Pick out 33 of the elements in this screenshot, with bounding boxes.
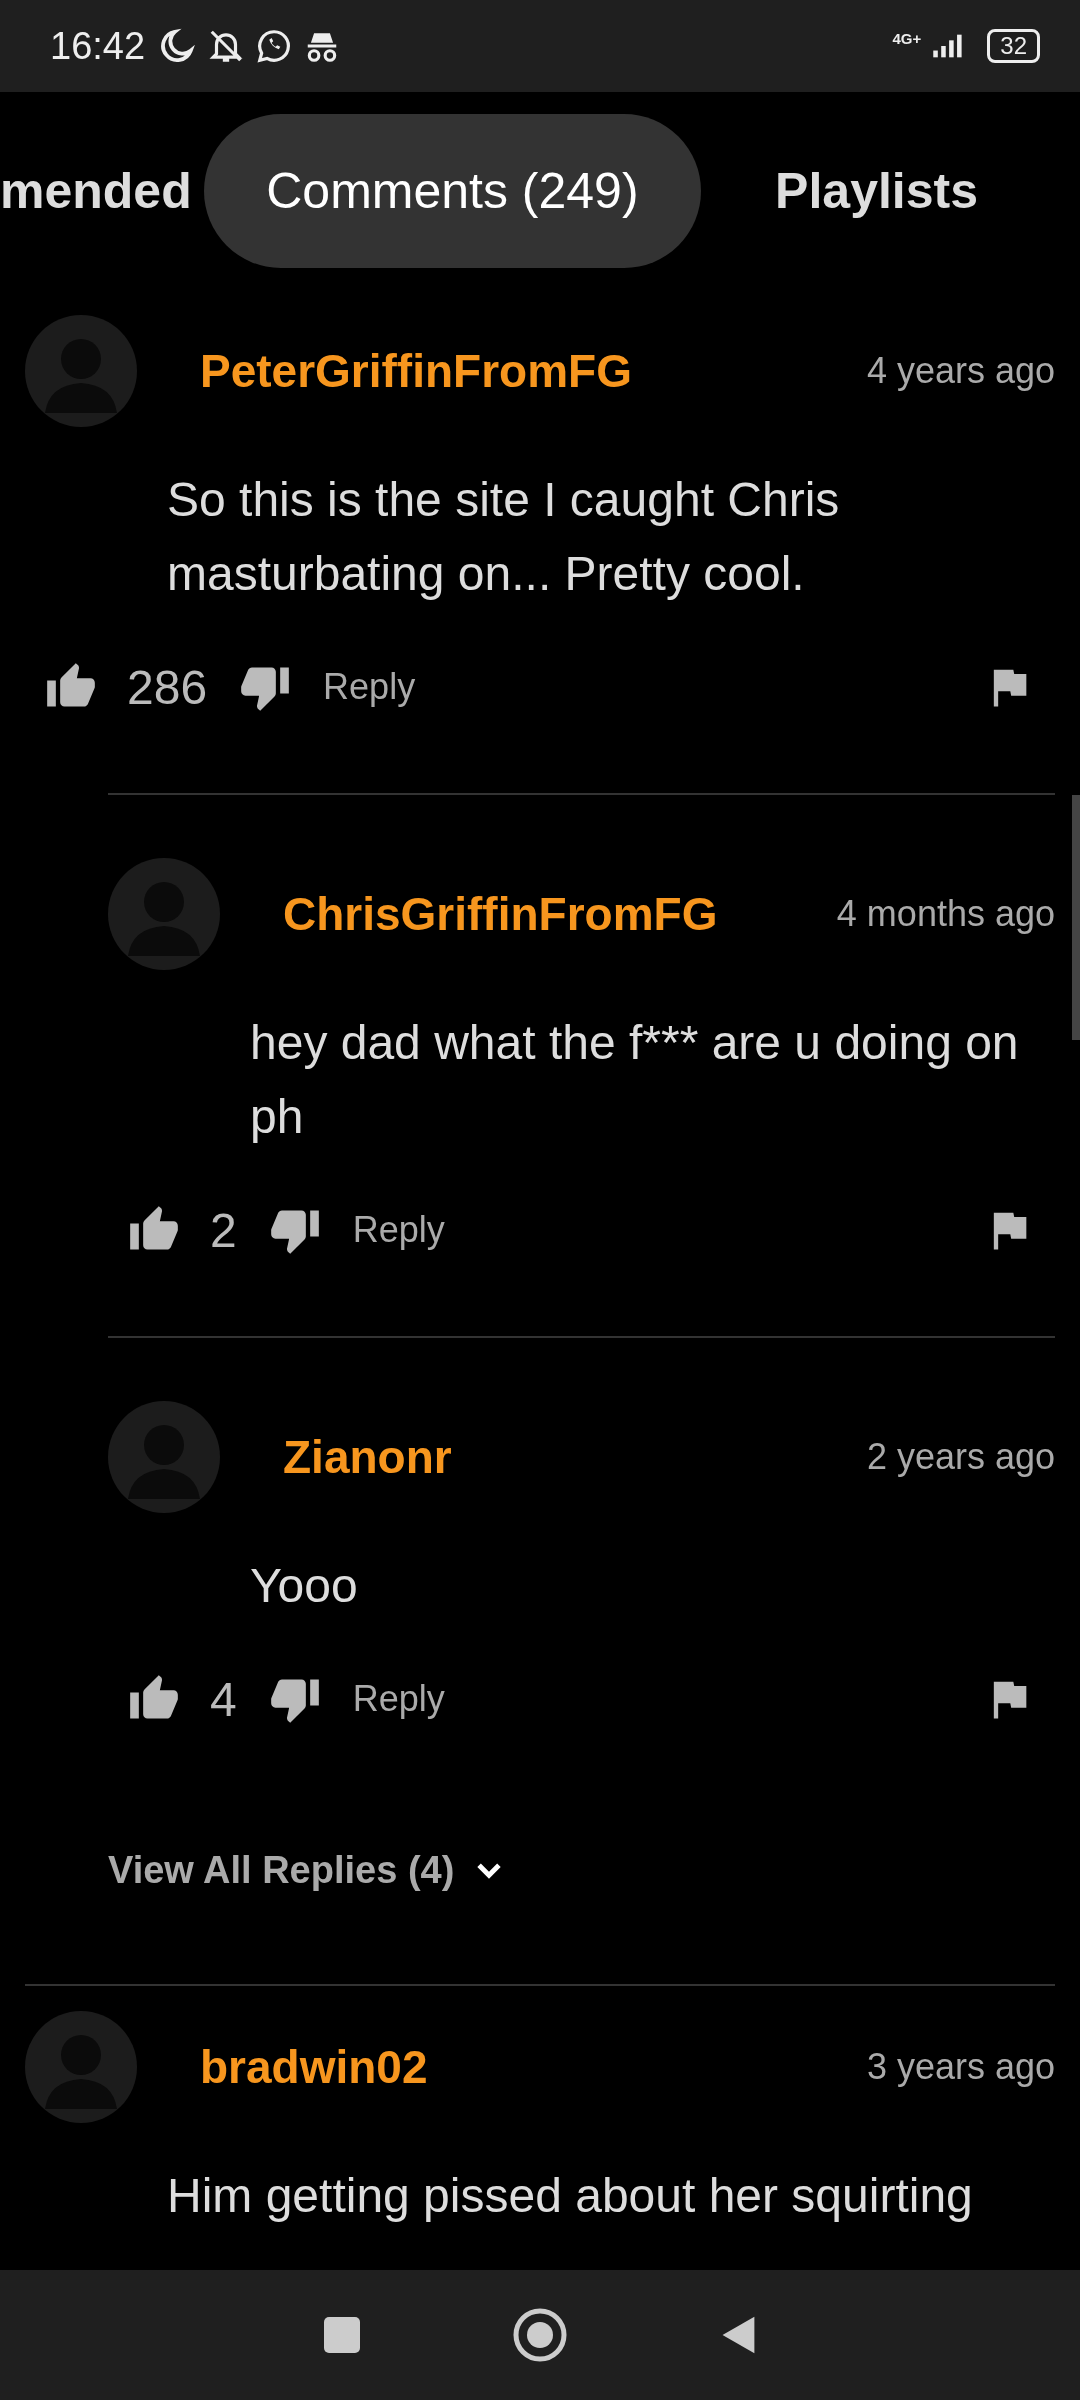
reply-button[interactable]: Reply — [323, 666, 416, 708]
like-count: 286 — [127, 659, 208, 715]
tab[interactable]: Comments (249) — [204, 114, 701, 268]
avatar-icon — [108, 1401, 220, 1513]
like-count: 2 — [210, 1202, 237, 1258]
home-icon[interactable] — [512, 2307, 568, 2363]
like-count: 4 — [210, 1671, 237, 1727]
scrollbar[interactable] — [1072, 795, 1080, 1040]
comment-text: hey dad what the f*** are u doing on ph — [250, 1015, 1020, 1145]
comment-time: 4 years ago — [866, 350, 1055, 392]
reply-button[interactable]: Reply — [352, 1678, 445, 1720]
username[interactable]: PeterGriffinFromFG — [200, 344, 867, 398]
comment-time: 4 months ago — [836, 893, 1055, 935]
comment-text: So this is the site I caught Chris masturbating on... Pretty cool. — [167, 472, 841, 602]
username[interactable]: ChrisGriffinFromFG — [283, 887, 837, 941]
network-type: 4G+ — [892, 30, 922, 47]
clock: 16:42 — [50, 24, 146, 68]
reply-button[interactable]: Reply — [352, 1209, 445, 1251]
avatar-icon — [25, 2011, 137, 2123]
username[interactable]: Zianonr — [283, 1430, 867, 1484]
username[interactable]: bradwin02 — [200, 2040, 867, 2094]
tab[interactable]: Playlists — [713, 114, 1040, 268]
battery-indicator: 32 — [987, 29, 1040, 63]
moon-icon — [159, 27, 198, 65]
comment-time: 3 years ago — [866, 2046, 1055, 2088]
comment-text: Yooo — [250, 1558, 359, 1614]
tab[interactable]: mended — [0, 114, 192, 268]
comment-text: Him getting pissed about her squirting — [167, 2168, 974, 2224]
avatar-icon — [25, 315, 137, 427]
square-icon[interactable] — [322, 2315, 362, 2355]
avatar-icon — [108, 858, 220, 970]
comment-time: 2 years ago — [866, 1436, 1055, 1478]
view-replies-button[interactable]: View All Replies (4) — [108, 1849, 507, 1892]
